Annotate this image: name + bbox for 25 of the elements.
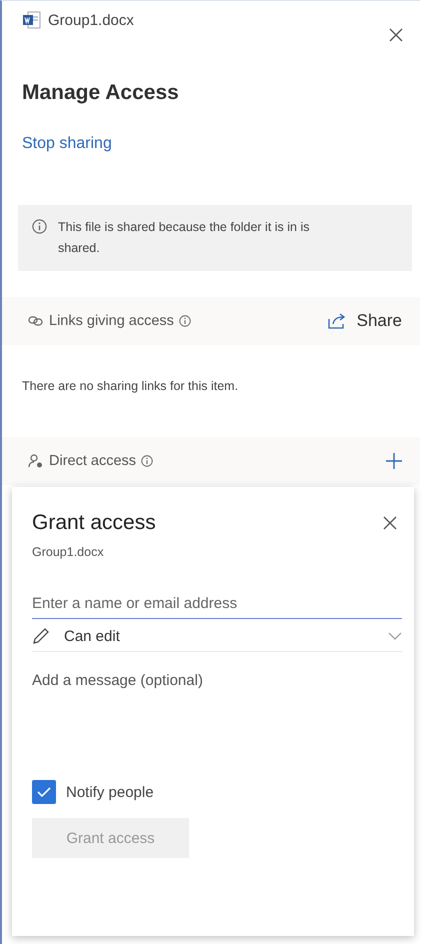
- permission-dropdown[interactable]: Can edit: [32, 619, 402, 652]
- stop-sharing-link[interactable]: Stop sharing: [22, 135, 112, 153]
- section-label: Direct access: [49, 453, 136, 469]
- info-banner: This file is shared because the folder it is in is shared.: [18, 205, 412, 271]
- check-icon: [37, 786, 51, 798]
- info-icon: [141, 455, 154, 467]
- word-document-icon: [22, 11, 42, 29]
- file-name: Group1.docx: [32, 545, 105, 559]
- chevron-down-icon: [388, 632, 402, 640]
- section-label: Links giving access: [49, 313, 174, 329]
- card-title: Grant access: [32, 511, 156, 535]
- link-icon: [28, 315, 44, 327]
- plus-icon: [384, 451, 404, 471]
- close-icon: [388, 27, 404, 43]
- notify-checkbox[interactable]: Notify people: [32, 780, 402, 804]
- person-icon: [28, 453, 44, 469]
- share-icon: [326, 312, 347, 330]
- info-icon: [32, 219, 47, 234]
- pencil-icon: [32, 627, 50, 645]
- info-icon: [178, 315, 191, 327]
- share-button[interactable]: Share: [320, 310, 408, 332]
- panel-title: Manage Access: [22, 81, 180, 105]
- empty-message: There are no sharing links for this item.: [21, 378, 240, 395]
- file-name: Group1.docx: [48, 12, 134, 28]
- close-icon: [382, 515, 398, 531]
